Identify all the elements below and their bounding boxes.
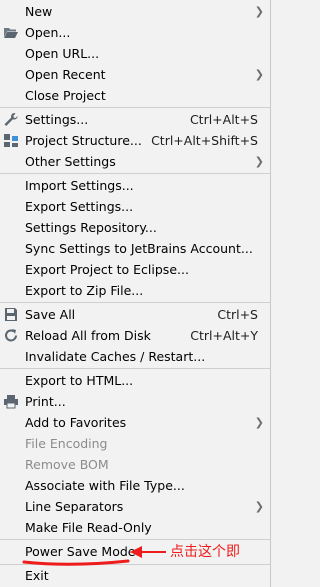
- menu-item-shortcut: Ctrl+Alt+S: [189, 112, 258, 127]
- menu-item-label: Associate with File Type...: [25, 478, 185, 493]
- menu-item-label: Line Separators: [25, 499, 124, 514]
- menu-item-project-structure[interactable]: Project Structure... Ctrl+Alt+Shift+S: [0, 130, 270, 151]
- submenu-arrow-icon: ❯: [254, 5, 264, 18]
- menu-item-label: Settings...: [25, 112, 89, 127]
- menu-item-export-zip[interactable]: Export to Zip File...: [0, 280, 270, 301]
- menu-item-sync-settings[interactable]: Sync Settings to JetBrains Account...: [0, 238, 270, 259]
- menu-item-label: Settings Repository...: [25, 220, 157, 235]
- menu-item-label: Remove BOM: [25, 457, 109, 472]
- menu-item-label: File Encoding: [25, 436, 108, 451]
- menu-item-shortcut: Ctrl+Alt+Y: [190, 328, 258, 343]
- annotation-arrow-icon: [130, 546, 166, 558]
- menu-item-label: Reload All from Disk: [25, 328, 151, 343]
- menu-item-export-settings[interactable]: Export Settings...: [0, 196, 270, 217]
- menu-item-make-read-only[interactable]: Make File Read-Only: [0, 517, 270, 538]
- menu-item-export-eclipse[interactable]: Export Project to Eclipse...: [0, 259, 270, 280]
- menu-item-label: Add to Favorites: [25, 415, 127, 430]
- menu-item-file-encoding[interactable]: File Encoding: [0, 433, 270, 454]
- annotation-underline: [22, 559, 130, 566]
- menu-item-add-to-favorites[interactable]: Add to Favorites ❯: [0, 412, 270, 433]
- menu-item-label: Exit: [25, 568, 49, 583]
- submenu-arrow-icon: ❯: [254, 68, 264, 81]
- menu-item-label: Import Settings...: [25, 178, 134, 193]
- menu-item-export-html[interactable]: Export to HTML...: [0, 370, 270, 391]
- save-icon: [3, 307, 19, 322]
- submenu-arrow-icon: ❯: [254, 155, 264, 168]
- menu-item-label: Save All: [25, 307, 76, 322]
- menu-item-print[interactable]: Print...: [0, 391, 270, 412]
- menu-item-label: Export to Zip File...: [25, 283, 144, 298]
- menu-item-label: Print...: [25, 394, 66, 409]
- menu-item-save-all[interactable]: Save All Ctrl+S: [0, 304, 270, 325]
- menu-item-label: Export to HTML...: [25, 373, 134, 388]
- wrench-icon: [3, 112, 19, 127]
- menu-item-label: Open...: [25, 25, 71, 40]
- menu-item-line-separators[interactable]: Line Separators ❯: [0, 496, 270, 517]
- menu-item-settings[interactable]: Settings... Ctrl+Alt+S: [0, 109, 270, 130]
- menu-item-open-recent[interactable]: Open Recent ❯: [0, 64, 270, 85]
- reload-icon: [3, 328, 19, 343]
- menu-item-new[interactable]: New ❯: [0, 1, 270, 22]
- menu-item-shortcut: Ctrl+Alt+Shift+S: [151, 133, 258, 148]
- menu-item-reload-all[interactable]: Reload All from Disk Ctrl+Alt+Y: [0, 325, 270, 346]
- menu-item-label: Open Recent: [25, 67, 106, 82]
- menu-item-label: Sync Settings to JetBrains Account...: [25, 241, 253, 256]
- file-menu: New ❯ Open... Open URL... Open Recent ❯ …: [0, 0, 271, 587]
- menu-item-associate-file-type[interactable]: Associate with File Type...: [0, 475, 270, 496]
- printer-icon: [3, 394, 19, 409]
- menu-item-invalidate-caches[interactable]: Invalidate Caches / Restart...: [0, 346, 270, 367]
- menu-item-open-url[interactable]: Open URL...: [0, 43, 270, 64]
- menu-item-label: Make File Read-Only: [25, 520, 152, 535]
- menu-item-label: Close Project: [25, 88, 106, 103]
- menu-item-close-project[interactable]: Close Project: [0, 85, 270, 106]
- menu-item-shortcut: Ctrl+S: [217, 307, 258, 322]
- submenu-arrow-icon: ❯: [254, 416, 264, 429]
- menu-item-label: Invalidate Caches / Restart...: [25, 349, 206, 364]
- menu-item-settings-repository[interactable]: Settings Repository...: [0, 217, 270, 238]
- menu-item-label: New: [25, 4, 53, 19]
- submenu-arrow-icon: ❯: [254, 500, 264, 513]
- menu-item-label: Other Settings: [25, 154, 116, 169]
- folder-open-icon: [3, 25, 19, 40]
- menu-item-other-settings[interactable]: Other Settings ❯: [0, 151, 270, 172]
- menu-item-open[interactable]: Open...: [0, 22, 270, 43]
- menu-item-label: Export Settings...: [25, 199, 134, 214]
- project-structure-icon: [3, 133, 19, 148]
- menu-item-remove-bom[interactable]: Remove BOM: [0, 454, 270, 475]
- annotation-text: 点击这个即: [170, 544, 240, 560]
- menu-item-label: Export Project to Eclipse...: [25, 262, 189, 277]
- menu-item-label: Project Structure...: [25, 133, 142, 148]
- menu-item-exit[interactable]: Exit: [0, 565, 270, 586]
- menu-item-label: Open URL...: [25, 46, 100, 61]
- menu-item-import-settings[interactable]: Import Settings...: [0, 175, 270, 196]
